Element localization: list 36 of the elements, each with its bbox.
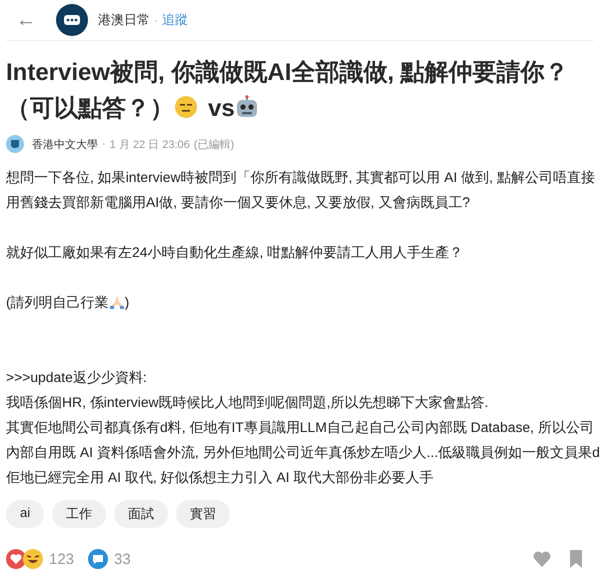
body-text: 內部自用既 AI 資料係唔會外流, 另外佢地間公司近年真係炒左唔少人...低級職員例如一般文員果d xyxy=(6,443,600,462)
tag-chip[interactable]: 工作 xyxy=(52,500,106,528)
body-text: (請列明自己行業 xyxy=(6,294,109,310)
praying-hands-icon xyxy=(108,293,125,309)
body-text: 我唔係個HR, 係interview既時候比人地問到呢個問題,所以先想睇下大家會點答. xyxy=(6,393,488,412)
comment-count: 33 xyxy=(114,550,131,568)
tag-chip[interactable]: ai xyxy=(6,500,44,528)
author-name[interactable]: 香港中文大學 xyxy=(32,136,98,152)
community-name[interactable]: 港澳日常 xyxy=(98,11,150,29)
edited-label: (已編輯) xyxy=(194,138,234,152)
bookmark-icon[interactable] xyxy=(568,549,584,569)
expressionless-face-icon xyxy=(174,95,198,119)
body-text: 其實佢地間公司都真係有d料, 佢地有IT專員識用LLM自己起自己公司內部既 Database, 所以公司 xyxy=(6,418,594,437)
laughing-face-icon xyxy=(23,549,43,569)
title-vs: vs xyxy=(208,95,235,122)
separator-dot: · xyxy=(154,13,158,27)
post-time: 1 月 22 日 23:06 xyxy=(110,138,190,152)
body-text: 用舊錢去買部新電腦用AI做, 要請你一個又要休息, 又要放假, 又會病既員工? xyxy=(6,193,470,212)
heart-reaction-icon xyxy=(6,549,26,569)
body-text: 想問一下各位, 如果interview時被問到「你所有識做既野, 其實都可以用 AI 做到, 點解公司唔直接 xyxy=(6,168,595,187)
back-button[interactable]: ← xyxy=(16,8,36,32)
comment-icon[interactable] xyxy=(88,549,108,569)
body-text: 就好似工廠如果有左24小時自動化生產線, 咁點解仲要請工人用人手生產？ xyxy=(6,243,464,262)
body-text: 佢地已經完全用 AI 取代, 好似係想主力引入 AI 取代大部份非必要人手 xyxy=(6,468,434,487)
body-text: ) xyxy=(124,294,130,310)
tag-chip[interactable]: 實習 xyxy=(176,500,230,528)
body-text: >>>update返少少資料: xyxy=(6,368,147,387)
reaction-count: 123 xyxy=(49,550,74,568)
community-avatar-icon xyxy=(56,4,88,36)
author-avatar-icon xyxy=(6,135,24,153)
post-title: Interview被問, 你識做既AI全部識做, 點解仲要請你？ xyxy=(6,59,569,86)
post-title: （可以點答？） xyxy=(6,95,174,122)
separator-dot: · xyxy=(102,138,106,150)
like-icon[interactable] xyxy=(532,549,552,569)
tag-chip[interactable]: 面試 xyxy=(114,500,168,528)
robot-icon xyxy=(234,95,259,119)
